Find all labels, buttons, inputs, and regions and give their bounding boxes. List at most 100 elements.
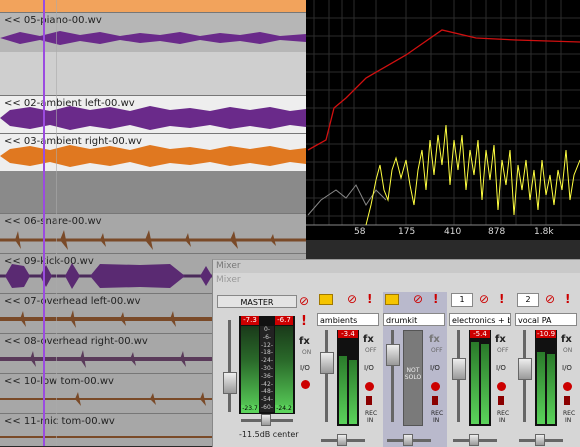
no-icon[interactable]: ⊘ bbox=[299, 295, 309, 307]
speaker-icon[interactable] bbox=[564, 396, 570, 405]
scale-tick: -42- bbox=[261, 380, 273, 388]
channel-meter: -10.9 bbox=[535, 330, 557, 426]
folder-icon[interactable] bbox=[385, 294, 399, 305]
record-arm-icon[interactable] bbox=[431, 382, 440, 391]
mixer-subtitle: Mixer bbox=[216, 275, 241, 285]
fx-button[interactable]: fx bbox=[495, 334, 506, 345]
scale-tick: 0- bbox=[264, 326, 270, 333]
track-item-top[interactable] bbox=[0, 0, 306, 12]
track-snare[interactable]: << 06-snare-00.wv bbox=[0, 213, 306, 254]
track-name: << 08-overhead right-00.wv bbox=[4, 336, 148, 347]
track-piano[interactable]: << 05-piano-00.wv bbox=[0, 12, 306, 53]
rec-in-label: IN bbox=[499, 417, 506, 424]
warning-icon[interactable]: ! bbox=[367, 292, 372, 306]
master-fader[interactable] bbox=[223, 372, 237, 394]
peak-readout: -5.4 bbox=[470, 330, 490, 338]
io-button[interactable]: I/O bbox=[430, 364, 440, 372]
track-name: << 06-snare-00.wv bbox=[4, 216, 102, 227]
record-arm-icon[interactable] bbox=[497, 382, 506, 391]
record-arm-icon[interactable] bbox=[563, 382, 572, 391]
freq-label: 58 bbox=[354, 227, 366, 237]
pan-knob[interactable] bbox=[469, 434, 479, 446]
no-icon[interactable]: ⊘ bbox=[545, 292, 555, 306]
pan-readout: -11.5dB center bbox=[239, 430, 299, 439]
fx-state: OFF bbox=[431, 347, 443, 354]
pan-knob[interactable] bbox=[403, 434, 413, 446]
warning-icon[interactable]: ! bbox=[499, 292, 504, 306]
warning-icon[interactable]: ! bbox=[301, 314, 307, 329]
track-name: << 05-piano-00.wv bbox=[4, 15, 102, 26]
fx-button[interactable]: fx bbox=[561, 334, 572, 345]
channel-name[interactable]: electronics + b bbox=[449, 313, 511, 326]
io-button[interactable]: I/O bbox=[364, 364, 374, 372]
speaker-icon[interactable] bbox=[432, 396, 438, 405]
io-button[interactable]: I/O bbox=[496, 364, 506, 372]
channel-strip-ambients: ⊘ ! ambients -3.4 fx OFF I/O REC IN bbox=[317, 292, 381, 447]
channel-strip-drumkit: ⊘ ! drumkit NOT SOLO fx OFF I/O REC IN bbox=[383, 292, 447, 447]
channel-name[interactable]: ambients bbox=[317, 313, 379, 326]
no-icon[interactable]: ⊘ bbox=[347, 292, 357, 306]
fx-button[interactable]: fx bbox=[299, 336, 310, 347]
empty-lane bbox=[0, 171, 306, 213]
scale-tick: -24- bbox=[261, 357, 273, 365]
channel-number: 1 bbox=[451, 293, 473, 307]
meter-bar bbox=[547, 354, 555, 424]
record-arm-icon[interactable] bbox=[301, 380, 310, 389]
meter-left bbox=[241, 326, 259, 413]
master-meter: -7.3 -6.7 0- -6- -12- -18- -24- -30- -36… bbox=[239, 316, 295, 414]
io-button[interactable]: I/O bbox=[300, 364, 310, 372]
channel-fader[interactable] bbox=[452, 358, 466, 380]
master-scale: 0- -6- -12- -18- -24- -30- -36- -42- -48… bbox=[260, 326, 274, 412]
io-button[interactable]: I/O bbox=[562, 364, 572, 372]
waveform bbox=[0, 31, 306, 45]
folder-icon[interactable] bbox=[319, 294, 333, 305]
pan-knob[interactable] bbox=[261, 414, 271, 426]
freq-label: 1.8k bbox=[534, 227, 554, 237]
freq-label: 878 bbox=[488, 227, 506, 237]
fx-state: ON bbox=[563, 347, 573, 354]
speaker-icon[interactable] bbox=[366, 396, 372, 405]
waveform bbox=[0, 106, 306, 130]
warning-icon[interactable]: ! bbox=[565, 292, 570, 306]
scale-tick: -6- bbox=[262, 333, 272, 341]
meter-bar bbox=[339, 356, 347, 424]
channel-meter: -5.4 bbox=[469, 330, 491, 426]
master-fader-slot bbox=[228, 320, 231, 412]
bottom-left-readout: -23.7 bbox=[241, 405, 259, 412]
track-name: << 10-low tom-00.wv bbox=[4, 376, 114, 387]
scale-tick: -36- bbox=[261, 372, 273, 380]
meter-bar bbox=[349, 360, 357, 424]
channel-name[interactable]: drumkit bbox=[383, 313, 445, 326]
meter-bar bbox=[481, 344, 489, 424]
freq-label: 175 bbox=[398, 227, 416, 237]
live-spectrum bbox=[365, 124, 580, 226]
pan-knob[interactable] bbox=[337, 434, 347, 446]
scale-tick: -30- bbox=[261, 364, 273, 372]
track-name: << 07-overhead left-00.wv bbox=[4, 296, 141, 307]
no-icon[interactable]: ⊘ bbox=[413, 292, 423, 306]
pan-knob[interactable] bbox=[535, 434, 545, 446]
rec-in-label: IN bbox=[565, 417, 572, 424]
fx-button[interactable]: fx bbox=[363, 334, 374, 345]
rec-label: REC bbox=[365, 410, 378, 417]
playback-cursor[interactable] bbox=[43, 0, 45, 446]
solo-label: NOT SOLO bbox=[404, 367, 422, 381]
channel-fader[interactable] bbox=[518, 358, 532, 380]
no-icon[interactable]: ⊘ bbox=[479, 292, 489, 306]
channel-fader[interactable] bbox=[320, 352, 334, 374]
fx-button[interactable]: fx bbox=[429, 334, 440, 345]
fx-state: OFF bbox=[365, 347, 377, 354]
fader-slot bbox=[325, 330, 328, 422]
solo-button[interactable]: NOT SOLO bbox=[403, 330, 423, 426]
record-arm-icon[interactable] bbox=[365, 382, 374, 391]
track-ambient-left[interactable]: << 02-ambient left-00.wv bbox=[0, 95, 306, 134]
scale-tick: -54- bbox=[261, 396, 273, 404]
warning-icon[interactable]: ! bbox=[433, 292, 438, 306]
mixer-titlebar[interactable]: Mixer bbox=[213, 260, 580, 273]
speaker-icon[interactable] bbox=[498, 396, 504, 405]
channel-fader[interactable] bbox=[386, 344, 400, 366]
channel-name[interactable]: vocal PA bbox=[515, 313, 577, 326]
master-name[interactable]: MASTER bbox=[217, 295, 297, 308]
track-ambient-right[interactable]: << 03-ambient right-00.wv bbox=[0, 133, 306, 172]
fx-state: ON bbox=[302, 349, 312, 356]
